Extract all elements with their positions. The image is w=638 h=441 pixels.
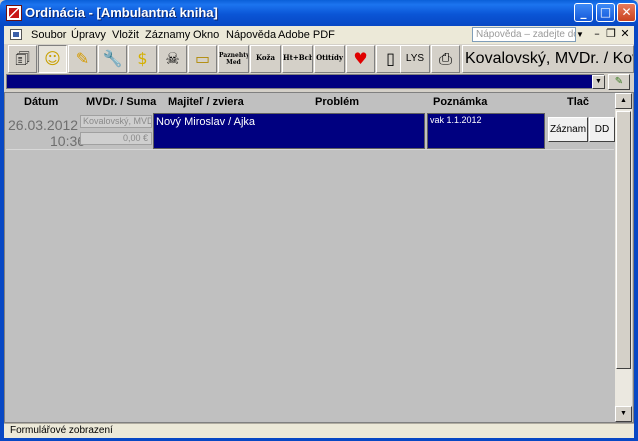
vertical-scrollbar[interactable]: ▲ ▼ xyxy=(615,93,632,422)
toolbar-smiley-button[interactable]: ☺ xyxy=(38,45,67,73)
filter-dropdown-arrow[interactable]: ▼ xyxy=(592,75,605,89)
pencil-icon: ✎ xyxy=(75,49,90,68)
menu-vlozit[interactable]: Vložit xyxy=(112,29,139,41)
app-icon[interactable] xyxy=(6,5,22,21)
printer-icon: ⎙ xyxy=(439,49,452,68)
menu-adobe-pdf[interactable]: Adobe PDF xyxy=(278,29,335,41)
title-bar: Ordinácia - [Ambulantná kniha] _ □ ✕ xyxy=(0,0,638,26)
toolbar-lys-button[interactable]: LYS xyxy=(400,45,430,73)
menu-okno[interactable]: Okno xyxy=(193,29,219,41)
toolbar-poison-button[interactable]: ☠ xyxy=(158,45,187,73)
record-vet-field[interactable]: Kovalovský, MVD xyxy=(80,115,152,128)
filter-apply-button[interactable]: ✎ xyxy=(608,74,630,90)
window-title: Ordinácia - [Ambulantná kniha] xyxy=(25,5,218,20)
dd-button[interactable]: DD xyxy=(589,117,615,142)
table-header: Dátum MVDr. / Suma Majiteľ / zviera Prob… xyxy=(6,93,614,111)
header-poznamka: Poznámka xyxy=(433,96,488,108)
toolbar-card-button[interactable]: ▭ xyxy=(188,45,217,73)
wrench-icon: 🔧 xyxy=(102,49,123,68)
menu-napoveda[interactable]: Nápověda xyxy=(226,29,276,41)
toolbar-coin-button[interactable]: $ xyxy=(128,45,157,73)
coin-icon: $ xyxy=(137,49,148,68)
scroll-up-arrow[interactable]: ▲ xyxy=(615,93,632,109)
toolbar-htbch-button[interactable]: Ht+Bch xyxy=(282,45,313,73)
heart-icon: ♥ xyxy=(353,49,368,68)
mdi-restore-icon[interactable]: ❐ xyxy=(604,26,618,42)
scroll-down-arrow[interactable]: ▼ xyxy=(615,406,632,422)
zaznam-button[interactable]: Záznam xyxy=(548,117,588,142)
toolbar-heart-button[interactable]: ♥ xyxy=(346,45,375,73)
otitidy-label: Otitídy xyxy=(316,53,343,62)
toolbar-otitidy-button[interactable]: Otitídy xyxy=(314,45,345,73)
close-button[interactable]: ✕ xyxy=(617,3,636,22)
htbch-label: Ht+Bch xyxy=(283,53,313,62)
document-window-icon[interactable] xyxy=(10,29,22,40)
menu-upravy[interactable]: Úpravy xyxy=(71,29,106,41)
card-icon: ▭ xyxy=(194,49,211,68)
record-date: 26.03.2012 xyxy=(8,117,79,133)
table-row[interactable]: 26.03.2012 10:36 Kovalovský, MVD 0,00 € … xyxy=(6,111,615,150)
toolbar-edit-button[interactable]: ✎ xyxy=(68,45,97,73)
header-majitel-zviera: Majiteľ / zviera xyxy=(168,96,244,108)
record-owner-field[interactable]: Nový Miroslav / Ajka xyxy=(153,113,425,149)
skull-icon: ☠ xyxy=(165,49,180,68)
doctor-name-label: Kovalovský, MVDr. / Kovalovský xyxy=(462,45,634,73)
help-search-input[interactable]: Nápověda – zadejte dotaz xyxy=(472,27,576,42)
koza-label: Koža xyxy=(255,53,276,62)
header-tlac: Tlač xyxy=(567,96,590,108)
header-datum: Dátum xyxy=(24,96,59,108)
status-bar: Formulářové zobrazení xyxy=(4,423,634,438)
maximize-button[interactable]: □ xyxy=(596,3,615,22)
header-mvdr-suma: MVDr. / Suma xyxy=(86,96,157,108)
pazneht-label: Paznehty Med xyxy=(219,52,249,66)
filter-combo[interactable] xyxy=(6,74,604,89)
toolbar-form-button[interactable]: 🗊 xyxy=(8,45,37,73)
lys-label: LYS xyxy=(405,53,425,64)
window-frame-right xyxy=(634,26,638,441)
help-dropdown-arrow[interactable]: ▼ xyxy=(576,27,586,42)
mdi-close-icon[interactable]: ✕ xyxy=(618,26,632,42)
scroll-thumb[interactable] xyxy=(616,111,631,369)
toolbar-pazneht-button[interactable]: Paznehty Med xyxy=(218,45,249,73)
toolbar-print-button[interactable]: ⎙ xyxy=(431,45,460,73)
smiley-icon: ☺ xyxy=(44,49,61,68)
record-note-field[interactable]: vak 1.1.2012 xyxy=(427,113,545,149)
mdi-minimize-icon[interactable]: – xyxy=(590,26,604,42)
form-icon: 🗊 xyxy=(15,49,30,68)
header-problem: Problém xyxy=(315,96,360,108)
toolbar: 🗊 ☺ ✎ 🔧 $ ☠ ▭ Paznehty Med Koža Ht+Bch O… xyxy=(4,44,634,73)
toolbar-koza-button[interactable]: Koža xyxy=(250,45,281,73)
minimize-button[interactable]: _ xyxy=(574,3,593,22)
toolbar-tools-button[interactable]: 🔧 xyxy=(98,45,127,73)
menu-zaznamy[interactable]: Záznamy xyxy=(145,29,190,41)
menu-soubor[interactable]: Soubor xyxy=(31,29,66,41)
record-sum-field[interactable]: 0,00 € xyxy=(80,132,152,145)
